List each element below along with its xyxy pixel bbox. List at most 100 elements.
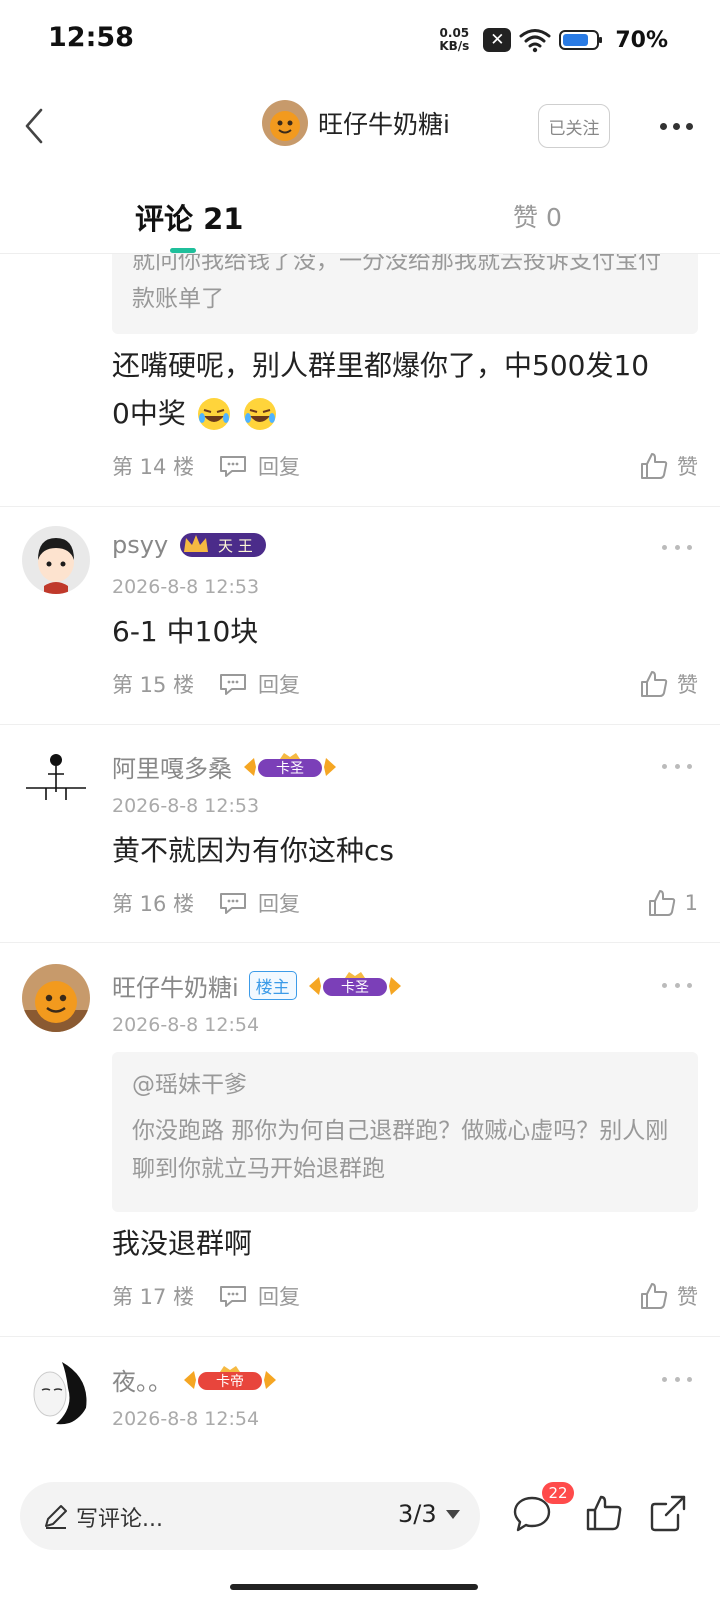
divider [0, 942, 720, 943]
comment-meta: 第 17 楼 回复 赞 [112, 1278, 698, 1314]
comment-input-placeholder: 写评论... [76, 1507, 163, 1532]
tab-likes[interactable]: 赞 0 [513, 198, 562, 234]
username-row: 阿里嘎多桑 卡圣 [112, 749, 338, 784]
comment-time: 2026-8-8 12:54 [112, 1408, 260, 1430]
followed-button[interactable]: 已关注 [538, 104, 610, 148]
comment-text: 6-1 中10块 [112, 615, 259, 648]
avatar[interactable] [22, 964, 90, 1032]
battery-icon [559, 30, 603, 50]
comment-text: 我没退群啊 [112, 1227, 253, 1260]
thumbs-up-icon [641, 1283, 668, 1309]
chevron-left-icon [25, 108, 43, 144]
like-label: 赞 [677, 673, 698, 697]
username[interactable]: 旺仔牛奶糖i [112, 968, 239, 1003]
avatar[interactable] [22, 1358, 90, 1426]
comment-input[interactable]: 写评论... 3/3 [20, 1482, 480, 1550]
comment-count-badge: 22 [542, 1482, 574, 1504]
reply-label: 回复 [258, 673, 300, 697]
quoted-user[interactable]: @瑶妹干爹 [132, 1066, 678, 1104]
like-button[interactable]: 赞 [639, 666, 698, 702]
owner-tag: 楼主 [248, 971, 297, 1000]
card-saint-badge-icon: 卡圣 [244, 752, 336, 777]
reply-button[interactable]: 回复 [218, 669, 300, 699]
username-row: 夜。。 卡帝 [112, 1362, 278, 1397]
reply-icon [220, 1286, 246, 1307]
avatar[interactable] [22, 526, 90, 594]
page-selector[interactable]: 3/3 [398, 1500, 461, 1528]
status-bar: 12:58 0.05 KB/s ✕ 70% [0, 0, 720, 80]
comment-meta: 第 16 楼 回复 1 [112, 885, 698, 921]
comment-more-icon[interactable] [662, 1373, 692, 1385]
more-options-icon[interactable] [652, 108, 700, 144]
avatar[interactable] [22, 746, 90, 814]
tab-active-indicator [170, 248, 196, 253]
quoted-comment: @瑶妹干爹 你没跑路 那你为何自己退群跑？做贼心虚吗？别人刚聊到你就立马开始退群… [112, 1052, 698, 1212]
laugh-cry-emoji-icon [243, 398, 276, 430]
reply-button[interactable]: 回复 [218, 451, 300, 481]
like-button[interactable]: 赞 [639, 448, 698, 484]
divider [0, 1336, 720, 1337]
thumbs-up-icon [641, 453, 668, 479]
reply-label: 回复 [258, 455, 300, 479]
net-speed: 0.05 KB/s [439, 27, 469, 53]
like-count: 1 [684, 891, 698, 915]
floor-number: 第 14 楼 [112, 455, 195, 479]
badge-text: 卡圣 [341, 980, 369, 996]
badge-text: 卡帝 [216, 1374, 244, 1390]
reply-icon [220, 893, 246, 914]
comment-text-line1: 还嘴硬呢，别人群里都爆你了，中500发10 [112, 349, 650, 382]
reply-label: 回复 [258, 1285, 300, 1309]
page-indicator: 3/3 [398, 1500, 437, 1528]
comment-feed[interactable]: 就问你我给钱了没，一分没给那我就去投诉支付宝付款账单了 还嘴硬呢，别人群里都爆你… [0, 254, 720, 1460]
quoted-comment: 就问你我给钱了没，一分没给那我就去投诉支付宝付款账单了 [112, 254, 698, 334]
share-icon[interactable] [648, 1493, 688, 1533]
net-speed-unit: KB/s [439, 39, 470, 53]
bottom-action-bar: 写评论... 3/3 22 [0, 1460, 720, 1600]
like-label: 赞 [677, 455, 698, 479]
caret-down-icon [445, 1510, 460, 1519]
comment-time: 2026-8-8 12:53 [112, 576, 260, 598]
card-saint-badge-icon: 卡圣 [308, 971, 401, 996]
username[interactable]: 阿里嘎多桑 [112, 749, 232, 784]
divider [0, 724, 720, 725]
top-header: 旺仔牛奶糖i 已关注 [0, 80, 720, 172]
username-row: 旺仔牛奶糖i 楼主 卡圣 [112, 968, 403, 1003]
username-row: psyy 天 王 [112, 530, 268, 560]
quoted-text: 你没跑路 那你为何自己退群跑？做贼心虚吗？别人刚聊到你就立马开始退群跑 [132, 1118, 669, 1182]
like-label: 赞 [677, 1285, 698, 1309]
card-emperor-badge-icon: 卡帝 [184, 1365, 276, 1390]
floor-number: 第 17 楼 [112, 1285, 195, 1309]
tab-comments[interactable]: 评论 21 [135, 196, 243, 238]
status-time: 12:58 [48, 22, 134, 53]
username[interactable]: 夜。。 [112, 1362, 172, 1397]
comment-text-line2: 0中奖 [112, 397, 186, 430]
badge-text: 卡圣 [276, 761, 304, 777]
like-button[interactable]: 赞 [639, 1278, 698, 1314]
comment-more-icon[interactable] [662, 541, 692, 553]
king-badge-icon: 天 王 [180, 533, 267, 557]
header-avatar[interactable] [262, 100, 308, 146]
like-button[interactable]: 1 [647, 885, 698, 921]
reply-icon [220, 674, 246, 695]
laugh-cry-emoji-icon [197, 398, 230, 430]
comment-text: 还嘴硬呢，别人群里都爆你了，中500发10 0中奖 [112, 342, 692, 438]
comment-text: 黄不就因为有你这种cs [112, 834, 394, 867]
header-user[interactable]: 旺仔牛奶糖i [262, 100, 450, 146]
reply-button[interactable]: 回复 [218, 1281, 300, 1311]
comment-more-icon[interactable] [662, 760, 692, 772]
comment-meta: 第 14 楼 回复 赞 [112, 448, 698, 484]
pencil-icon [45, 1505, 67, 1529]
thumbs-up-icon [641, 671, 668, 697]
comment-more-icon[interactable] [662, 979, 692, 991]
back-button[interactable] [14, 102, 54, 150]
comment-time: 2026-8-8 12:54 [112, 1014, 260, 1036]
badge-text: 天 王 [218, 537, 253, 555]
status-icons: 0.05 KB/s ✕ 70% [439, 22, 668, 58]
floor-number: 第 15 楼 [112, 673, 195, 697]
header-username: 旺仔牛奶糖i [318, 110, 450, 139]
battery-percent: 70% [615, 27, 668, 53]
comment-time: 2026-8-8 12:53 [112, 795, 260, 817]
thumbs-up-icon[interactable] [584, 1493, 624, 1533]
username[interactable]: psyy [112, 531, 168, 559]
reply-button[interactable]: 回复 [218, 888, 300, 918]
